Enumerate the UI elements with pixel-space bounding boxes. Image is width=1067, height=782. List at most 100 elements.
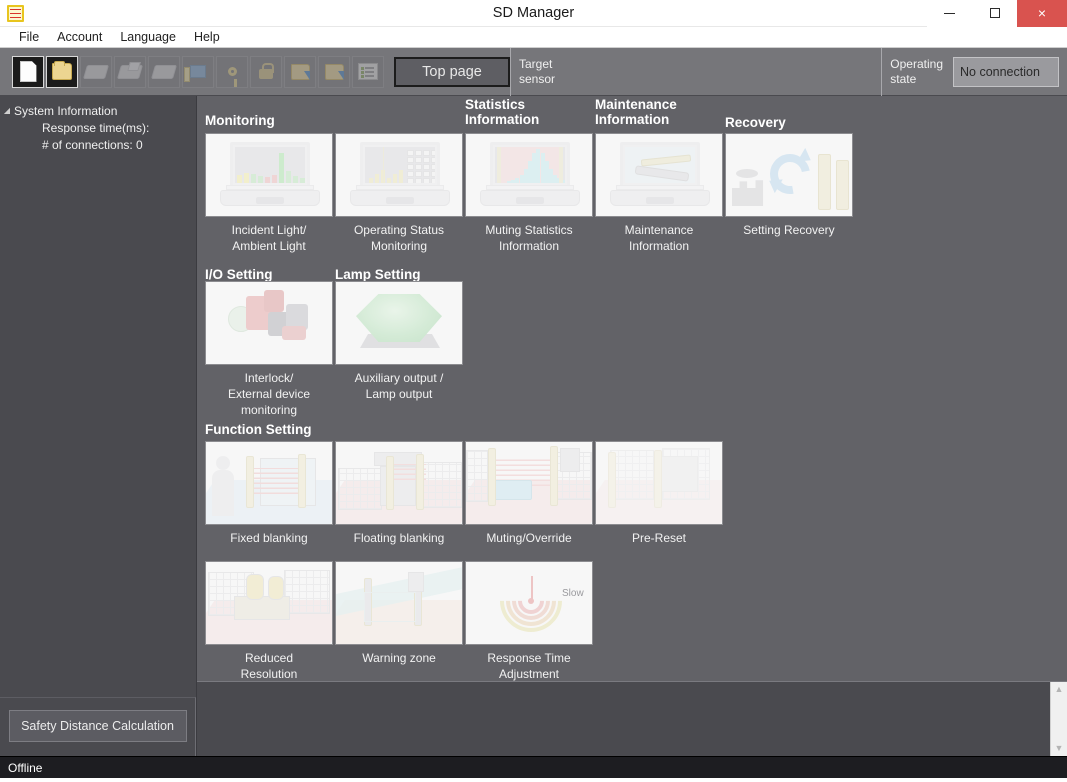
tree-item-label: Response time(ms): <box>42 120 150 135</box>
bottom-pane-filler <box>197 682 1050 756</box>
close-icon: × <box>1037 5 1047 21</box>
tile-auxiliary-output[interactable]: Auxiliary output / Lamp output <box>335 281 463 402</box>
system-information-tree: ◢ System Information Response time(ms): … <box>0 96 196 697</box>
top-page-button-wrap: Top page <box>394 56 510 87</box>
top-page-button[interactable]: Top page <box>394 56 510 87</box>
tile-setting-recovery[interactable]: Setting Recovery <box>725 133 853 238</box>
close-button[interactable]: × <box>1017 0 1067 27</box>
operating-state-group: Operating state No connection <box>881 47 1067 96</box>
tile-floating-blanking-thumbnail[interactable] <box>335 441 463 525</box>
tile-maintenance[interactable]: Maintenance Information <box>595 133 723 254</box>
monitor-icon <box>184 65 206 82</box>
status-bar: Offline <box>0 756 1067 778</box>
tile-fixed-blanking-thumbnail[interactable] <box>205 441 333 525</box>
tile-reduced-resolution[interactable]: Reduced Resolution <box>205 561 333 682</box>
tile-fixed-blanking[interactable]: Fixed blanking <box>205 441 333 546</box>
light-curtain-icon <box>82 64 110 79</box>
menu-item-file[interactable]: File <box>10 27 48 48</box>
tile-response-time[interactable]: Slow Response Time Adjustment <box>465 561 593 682</box>
new-file-button[interactable] <box>12 55 44 88</box>
sd-manager-window: SD Manager × File Account Language Help <box>0 0 1067 782</box>
tile-response-time-label: Response Time Adjustment <box>487 651 571 681</box>
window-title: SD Manager <box>492 5 575 21</box>
section-title-monitoring: Monitoring <box>205 113 275 128</box>
lock-button[interactable] <box>250 55 282 88</box>
safety-distance-calculation-button[interactable]: Safety Distance Calculation <box>8 710 187 742</box>
menu-item-account[interactable]: Account <box>48 27 111 48</box>
menu-item-help[interactable]: Help <box>185 27 229 48</box>
tile-pre-reset-thumbnail[interactable] <box>595 441 723 525</box>
tile-maintenance-thumbnail[interactable] <box>595 133 723 217</box>
body: ◢ System Information Response time(ms): … <box>0 96 1067 756</box>
light-curtain-read-icon <box>116 64 144 79</box>
tree-item-system-information[interactable]: ◢ System Information <box>0 102 196 119</box>
light-curtain-write-icon <box>150 64 178 79</box>
tile-auxiliary-output-label: Auxiliary output / Lamp output <box>354 371 444 401</box>
toolbar-icon-group <box>0 55 384 88</box>
lock-icon <box>259 63 274 79</box>
open-folder-button[interactable] <box>46 55 78 88</box>
report-button[interactable] <box>352 55 384 88</box>
minimize-button[interactable] <box>927 0 972 27</box>
tile-floating-blanking[interactable]: Floating blanking <box>335 441 463 546</box>
tile-incident-light-label: Incident Light/ Ambient Light <box>231 223 307 253</box>
safety-light-curtain-icon <box>7 4 24 22</box>
key-button[interactable] <box>216 55 248 88</box>
tile-warning-zone[interactable]: Warning zone <box>335 561 463 666</box>
tile-operating-status-thumbnail[interactable] <box>335 133 463 217</box>
tile-auxiliary-output-thumbnail[interactable] <box>335 281 463 365</box>
tile-interlock[interactable]: Interlock/ External device monitoring <box>205 281 333 418</box>
bottom-pane: ▲ ▼ <box>197 681 1067 756</box>
tile-operating-status-label: Operating Status Monitoring <box>353 223 445 253</box>
operating-state-label: Operating state <box>890 56 943 86</box>
list-report-icon <box>358 63 378 80</box>
menu-bar: File Account Language Help <box>0 27 1067 48</box>
tile-operating-status[interactable]: Operating Status Monitoring <box>335 133 463 254</box>
main-panel: Monitoring Statistics Information Maintena… <box>197 96 1067 756</box>
tile-reduced-resolution-thumbnail[interactable] <box>205 561 333 645</box>
tile-interlock-thumbnail[interactable] <box>205 281 333 365</box>
tile-pre-reset-label: Pre-Reset <box>631 531 687 545</box>
tile-muting-statistics-thumbnail[interactable] <box>465 133 593 217</box>
export-button[interactable] <box>318 55 350 88</box>
tile-incident-light-thumbnail[interactable] <box>205 133 333 217</box>
tree-item-label: System Information <box>14 103 118 118</box>
tree-expander-icon[interactable]: ◢ <box>0 106 14 115</box>
menu-item-language[interactable]: Language <box>111 27 185 48</box>
tile-incident-light[interactable]: Incident Light/ Ambient Light <box>205 133 333 254</box>
window-bottom-edge <box>0 778 1067 782</box>
sensor-config-button[interactable] <box>80 55 112 88</box>
tile-warning-zone-thumbnail[interactable] <box>335 561 463 645</box>
tile-warning-zone-label: Warning zone <box>362 651 436 665</box>
scroll-up-icon[interactable]: ▲ <box>1055 685 1064 694</box>
tile-setting-recovery-label: Setting Recovery <box>743 223 835 237</box>
tree-item-response-time: Response time(ms): <box>0 119 196 136</box>
title-bar: SD Manager × <box>0 0 1067 27</box>
target-sensor-field[interactable]: Target sensor <box>510 47 881 96</box>
safety-distance-panel: Safety Distance Calculation <box>0 697 196 756</box>
maximize-button[interactable] <box>972 0 1017 27</box>
section-title-function-setting: Function Setting <box>205 422 312 437</box>
sensor-write-button[interactable] <box>148 55 180 88</box>
monitor-button[interactable] <box>182 55 214 88</box>
tile-reduced-resolution-label: Reduced Resolution <box>240 651 298 681</box>
tile-fixed-blanking-label: Fixed blanking <box>230 531 308 545</box>
scroll-down-icon[interactable]: ▼ <box>1055 744 1064 753</box>
tile-setting-recovery-thumbnail[interactable] <box>725 133 853 217</box>
tile-muting-override-thumbnail[interactable] <box>465 441 593 525</box>
toolbar: Top page Target sensor Operating state N… <box>0 47 1067 96</box>
tile-response-time-thumbnail[interactable]: Slow <box>465 561 593 645</box>
window-controls: × <box>927 0 1067 27</box>
status-text: Offline <box>8 760 43 775</box>
import-button[interactable] <box>284 55 316 88</box>
folder-export-icon <box>324 63 344 80</box>
section-title-lamp-setting: Lamp Setting <box>335 267 421 282</box>
vertical-scrollbar[interactable]: ▲ ▼ <box>1050 682 1067 756</box>
tile-muting-statistics[interactable]: Muting Statistics Information <box>465 133 593 254</box>
tile-pre-reset[interactable]: Pre-Reset <box>595 441 723 546</box>
section-title-io-setting: I/O Setting <box>205 267 273 282</box>
tile-muting-override[interactable]: Muting/Override <box>465 441 593 546</box>
operating-state-value: No connection <box>953 56 1059 87</box>
sensor-read-button[interactable] <box>114 55 146 88</box>
folder-icon <box>52 61 72 80</box>
